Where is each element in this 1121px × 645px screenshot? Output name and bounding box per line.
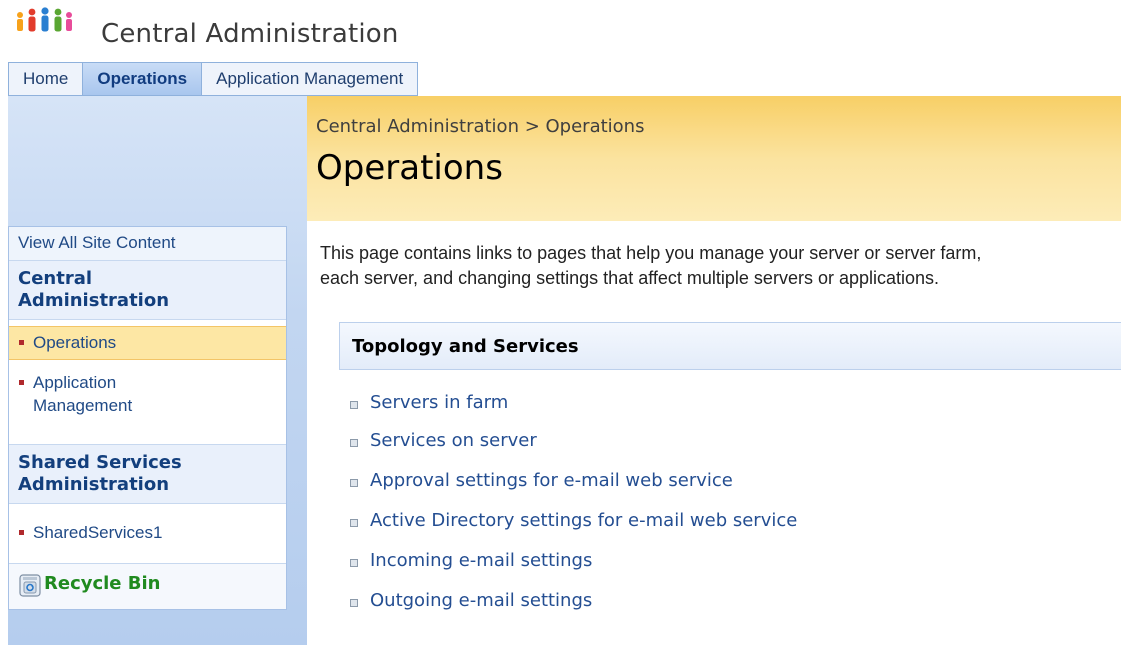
- nav-group-central-administration[interactable]: Central Administration: [9, 260, 286, 320]
- nav-item-label-line2[interactable]: Management: [33, 395, 132, 416]
- square-bullet-icon: [350, 401, 358, 409]
- section-title: Topology and Services: [352, 336, 579, 357]
- square-bullet-icon: [350, 479, 358, 487]
- square-bullet-icon: [350, 439, 358, 447]
- breadcrumb-separator: >: [518, 116, 546, 137]
- recycle-bin-label[interactable]: Recycle Bin: [44, 573, 161, 594]
- bullet-icon: [19, 530, 24, 535]
- link-label[interactable]: Approval settings for e-mail web service: [370, 470, 733, 491]
- nav-group-head-line2[interactable]: Administration: [18, 290, 169, 311]
- link-label[interactable]: Outgoing e-mail settings: [370, 590, 592, 611]
- nav-item-label-line1[interactable]: Application: [33, 372, 116, 393]
- nav-item-application-management[interactable]: Application Management: [9, 367, 286, 423]
- breadcrumb: Central Administration > Operations: [316, 116, 644, 137]
- nav-group-head-line2[interactable]: Administration: [18, 474, 169, 495]
- nav-group-head-line1[interactable]: Central: [18, 268, 92, 289]
- quick-launch: View All Site Content Central Administra…: [8, 226, 287, 610]
- page-title: Operations: [316, 148, 503, 188]
- tab-operations[interactable]: Operations: [82, 62, 202, 96]
- description-line1: This page contains links to pages that h…: [320, 243, 982, 263]
- link-label[interactable]: Services on server: [370, 430, 537, 451]
- link-label[interactable]: Incoming e-mail settings: [370, 550, 592, 571]
- nav-group-head-line1[interactable]: Shared Services: [18, 452, 182, 473]
- left-column: View All Site Content Central Administra…: [8, 96, 307, 645]
- recycle-bin-icon: [19, 574, 41, 597]
- breadcrumb-root-link[interactable]: Central Administration: [316, 116, 519, 137]
- tab-home[interactable]: Home: [8, 62, 83, 96]
- page-description: This page contains links to pages that h…: [320, 241, 1120, 291]
- bullet-icon: [19, 380, 24, 385]
- square-bullet-icon: [350, 519, 358, 527]
- square-bullet-icon: [350, 599, 358, 607]
- view-all-site-content[interactable]: View All Site Content: [9, 227, 286, 261]
- people-logo-icon[interactable]: [14, 6, 74, 36]
- tab-application-management[interactable]: Application Management: [201, 62, 419, 96]
- section-header-topology-and-services: Topology and Services: [339, 322, 1121, 370]
- bullet-icon: [19, 340, 24, 345]
- nav-item-label[interactable]: SharedServices1: [33, 522, 162, 543]
- link-label[interactable]: Active Directory settings for e-mail web…: [370, 510, 797, 531]
- breadcrumb-current: Operations: [545, 116, 645, 137]
- page-title-area: Central Administration > Operations Oper…: [307, 96, 1121, 221]
- description-line2: each server, and changing settings that …: [320, 268, 940, 288]
- square-bullet-icon: [350, 559, 358, 567]
- nav-item-label[interactable]: Operations: [33, 332, 116, 353]
- link-label[interactable]: Servers in farm: [370, 392, 508, 413]
- nav-group-shared-services-administration[interactable]: Shared Services Administration: [9, 444, 286, 504]
- nav-item-sharedservices1[interactable]: SharedServices1: [9, 517, 286, 549]
- recycle-bin-link[interactable]: Recycle Bin: [9, 563, 286, 609]
- top-header: Central Administration: [0, 0, 1121, 60]
- site-title[interactable]: Central Administration: [101, 18, 399, 50]
- top-nav-tabs: Home Operations Application Management: [8, 62, 419, 96]
- nav-item-operations[interactable]: Operations: [9, 326, 286, 360]
- view-all-label[interactable]: View All Site Content: [18, 233, 176, 253]
